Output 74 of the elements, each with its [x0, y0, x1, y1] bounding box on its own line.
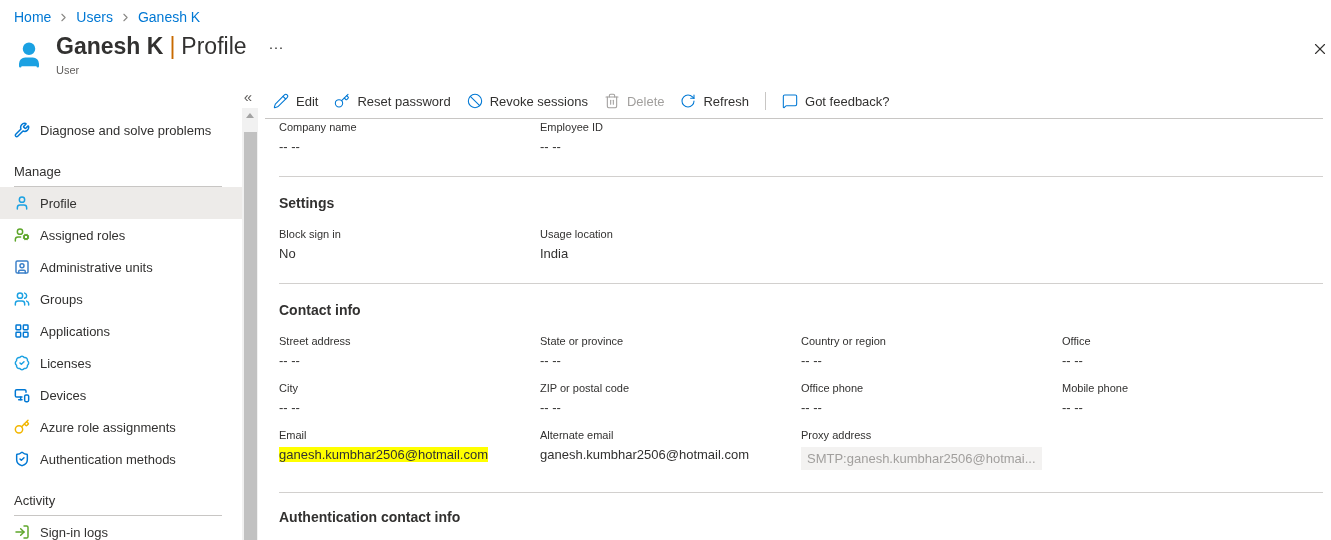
field-label: Employee ID	[540, 121, 603, 133]
grid-icon	[14, 323, 30, 339]
nav-item[interactable]: Applications	[0, 315, 242, 347]
feedback-icon	[782, 93, 798, 109]
devices-icon	[14, 387, 30, 403]
blocked-icon	[466, 93, 483, 109]
page-subtitle: User	[56, 64, 81, 76]
nav-item[interactable]: Assigned roles	[0, 219, 242, 251]
breadcrumb-link[interactable]: Ganesh K	[137, 9, 201, 25]
person-square-icon	[14, 259, 30, 275]
field-value: -- --	[1062, 353, 1083, 368]
field-value: -- --	[540, 400, 561, 415]
field-label: Mobile phone	[1062, 382, 1129, 394]
nav-heading: Activity	[14, 493, 222, 516]
person-icon	[14, 195, 30, 211]
field-value: -- --	[279, 400, 300, 415]
nav-item[interactable]: Azure role assignments	[0, 411, 242, 443]
toolbar-button[interactable]: Refresh	[680, 93, 749, 109]
field-value: -- --	[801, 353, 822, 368]
field-value: ganesh.kumbhar2506@hotmail.com	[540, 447, 750, 462]
field-label: State or province	[540, 335, 624, 347]
more-button[interactable]: ···	[268, 38, 284, 55]
field-value: -- --	[801, 400, 822, 415]
field-label: Country or region	[801, 335, 886, 347]
field-label: Block sign in	[279, 228, 341, 240]
field-value: India	[540, 246, 569, 261]
nav-item[interactable]: Diagnose and solve problems	[0, 114, 242, 146]
key-icon	[334, 93, 351, 109]
breadcrumb-link[interactable]: Users	[76, 9, 113, 25]
field-value: -- --	[540, 139, 561, 154]
toolbar-button[interactable]: Reset password	[334, 93, 451, 109]
nav-item[interactable]: Administrative units	[0, 251, 242, 283]
field-label: Alternate email	[540, 429, 614, 441]
people-icon	[14, 291, 30, 307]
field-value: -- --	[1062, 400, 1083, 415]
nav-item[interactable]: Authentication methods	[0, 443, 242, 475]
toolbar-button[interactable]: Edit	[273, 93, 319, 109]
nav-item[interactable]: Sign-in logs	[0, 516, 242, 540]
field-label: Email	[279, 429, 307, 441]
person-gear-icon	[14, 227, 30, 243]
field-label: Proxy address	[801, 429, 872, 441]
section-title: Settings	[279, 194, 336, 211]
scrollbar[interactable]	[242, 108, 258, 540]
nav-item[interactable]: Devices	[0, 379, 242, 411]
field-value: No	[279, 246, 296, 261]
field-label: City	[279, 382, 298, 394]
page-title: Ganesh K | Profile	[56, 33, 247, 60]
toolbar-button[interactable]: Got feedback?	[782, 93, 890, 109]
field-label: Company name	[279, 121, 357, 133]
section-title: Contact info	[279, 301, 362, 318]
field-value: -- --	[279, 353, 300, 368]
nav-item[interactable]: Groups	[0, 283, 242, 315]
highlighted-value: ganesh.kumbhar2506@hotmail.com	[279, 447, 489, 462]
field-label: Usage location	[540, 228, 613, 240]
key-icon	[14, 419, 30, 435]
breadcrumb-link[interactable]: Home	[14, 9, 52, 25]
field-value: -- --	[279, 139, 300, 154]
wrench-icon	[14, 122, 30, 138]
section-title: Authentication contact info	[279, 509, 462, 525]
collapse-button[interactable]: «	[243, 90, 252, 104]
nav-item[interactable]: Licenses	[0, 347, 242, 379]
sign-in-icon	[14, 524, 30, 540]
badge-icon	[14, 355, 30, 371]
field-value: -- --	[540, 353, 561, 368]
refresh-icon	[680, 93, 697, 109]
pencil-icon	[273, 93, 289, 109]
shield-icon	[14, 451, 30, 467]
field-label: Office phone	[801, 382, 864, 394]
field-label: ZIP or postal code	[540, 382, 630, 394]
trash-icon	[603, 93, 620, 109]
field-label: Office	[1062, 335, 1091, 347]
field-label: Street address	[279, 335, 351, 347]
nav-item[interactable]: Profile	[0, 187, 242, 219]
toolbar-button[interactable]: Revoke sessions	[466, 93, 588, 109]
